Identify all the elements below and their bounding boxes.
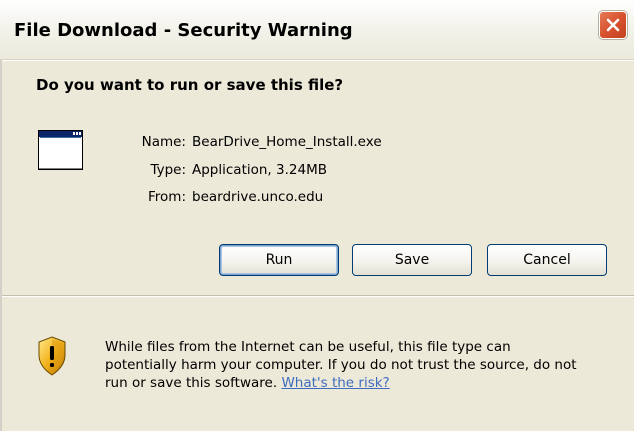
warning-line-1: While files from the Internet can be use… — [105, 339, 511, 355]
file-type-value: Application, 3.24MB — [192, 162, 327, 178]
file-name-label: Name: — [141, 134, 186, 150]
dialog-question: Do you want to run or save this file? — [36, 76, 344, 94]
file-source-value: beardrive.unco.edu — [192, 189, 324, 205]
file-source-label: From: — [148, 189, 186, 205]
file-type-row: Type: Application, 3.24MB — [0, 162, 634, 180]
cancel-button[interactable]: Cancel — [487, 244, 607, 276]
close-button[interactable] — [599, 11, 627, 39]
security-warning-panel: While files from the Internet can be use… — [0, 297, 634, 431]
security-warning-text: While files from the Internet can be use… — [105, 338, 630, 392]
file-name-value: BearDrive_Home_Install.exe — [192, 134, 382, 150]
warning-line-3-text: run or save this software. — [105, 375, 278, 391]
file-info-panel: Do you want to run or save this file? Na… — [0, 61, 634, 295]
window-title: File Download - Security Warning — [14, 20, 353, 41]
title-bar[interactable]: File Download - Security Warning — [0, 0, 634, 60]
warning-line-3: run or save this software. What's the ri… — [105, 374, 630, 392]
save-button[interactable]: Save — [352, 244, 472, 276]
security-shield-icon — [38, 336, 66, 376]
whats-the-risk-link[interactable]: What's the risk? — [281, 375, 389, 391]
file-type-label: Type: — [150, 162, 186, 178]
warning-line-2: potentially harm your computer. If you d… — [105, 357, 577, 373]
run-button[interactable]: Run — [219, 244, 339, 276]
file-download-dialog: File Download - Security Warning Do you … — [0, 0, 634, 431]
window-left-border — [0, 60, 2, 431]
close-icon — [606, 18, 620, 32]
file-source-row: From: beardrive.unco.edu — [0, 189, 634, 207]
file-name-row: Name: BearDrive_Home_Install.exe — [0, 134, 634, 152]
